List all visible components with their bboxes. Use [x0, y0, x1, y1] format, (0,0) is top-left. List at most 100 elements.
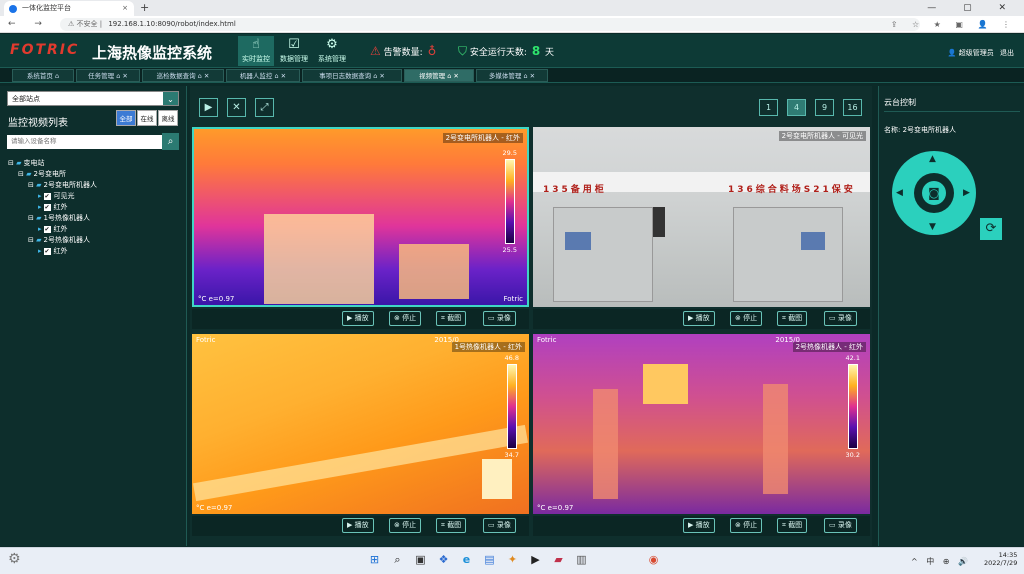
browser-tab[interactable]: 一体化监控平台 ×: [4, 1, 134, 16]
tab-video-management[interactable]: 视频管理 ⌂ ✕: [404, 69, 474, 82]
arrow-down-icon[interactable]: ▼: [929, 222, 936, 232]
settings-gear-icon[interactable]: ⚙: [8, 551, 24, 567]
app-icon[interactable]: ▰: [551, 552, 566, 567]
tree-leaf[interactable]: ▸ ✔ 可见光: [38, 191, 75, 202]
layout-9-button[interactable]: 9: [815, 99, 834, 116]
terminal-icon[interactable]: ▶: [528, 552, 543, 567]
stop-button[interactable]: ⊗ 停止: [730, 518, 763, 533]
arrow-right-icon[interactable]: ▶: [963, 188, 970, 198]
filter-online-button[interactable]: 在线: [137, 110, 157, 126]
search-icon[interactable]: ⌕: [162, 133, 179, 150]
tree-leaf[interactable]: ▸ ✔ 红外: [38, 224, 68, 235]
system-tray[interactable]: ^ 中 ⊕ 🔊: [911, 556, 971, 567]
video-cell-3[interactable]: Fotric 2015/0 1号热像机器人 - 红外 46.8 34.7 °C …: [192, 334, 529, 514]
logout-link[interactable]: 退出: [1000, 49, 1014, 57]
close-tab-icon[interactable]: ⌂ ✕: [523, 72, 535, 80]
close-tab-icon[interactable]: ⌂ ✕: [447, 72, 459, 80]
browser-action-icons[interactable]: ⇪ ☆ ★ ▣ 👤 ⋮: [891, 16, 1016, 33]
screenshot-button[interactable]: ⌗ 截图: [777, 311, 808, 326]
tree-leaf[interactable]: ▸ ✔ 红外: [38, 202, 68, 213]
video-cell-1[interactable]: 2号变电所机器人 - 红外 29.5 25.5 °C e=0.97 Fotric: [192, 127, 529, 307]
video-cell-4[interactable]: Fotric 2015/0 2号热像机器人 - 红外 42.1 30.2 °C …: [533, 334, 870, 514]
new-tab-button[interactable]: +: [140, 0, 149, 16]
play-all-icon[interactable]: ▶: [199, 98, 218, 117]
address-bar[interactable]: ⚠ 不安全 | 192.168.1.10:8090/robot/index.ht…: [60, 18, 920, 31]
close-tab-icon[interactable]: ⌂ ✕: [198, 72, 210, 80]
alarm-count[interactable]: ⚠ 告警数量: ♁: [370, 44, 438, 58]
checkbox[interactable]: ✔: [43, 192, 51, 200]
tree-node[interactable]: ⊟ ▰ 2号热像机器人: [28, 235, 90, 246]
tab-task-management[interactable]: 任务管理 ⌂ ✕: [76, 69, 140, 82]
nav-system-management[interactable]: ⚙ 系统管理: [314, 36, 350, 66]
tab-multimedia-management[interactable]: 多媒体管理 ⌂ ✕: [476, 69, 548, 82]
close-tab-icon[interactable]: ×: [122, 1, 128, 16]
tree-node[interactable]: ⊟ ▰ 1号热像机器人: [28, 213, 90, 224]
checkbox[interactable]: ✔: [43, 225, 51, 233]
filter-all-button[interactable]: 全部: [116, 110, 136, 126]
tab-inspection-query[interactable]: 巡检数据查询 ⌂ ✕: [142, 69, 224, 82]
tab-home[interactable]: 系统首页 ⌂: [12, 69, 74, 82]
record-button[interactable]: ▭ 录像: [483, 518, 516, 533]
tree-node[interactable]: ⊟ ▰ 2号变电所机器人: [28, 180, 97, 191]
refresh-icon[interactable]: ⟳: [980, 218, 1002, 240]
app-icon[interactable]: ▥: [574, 552, 589, 567]
widgets-icon[interactable]: ❖: [436, 552, 451, 567]
play-button[interactable]: ▶ 播放: [342, 518, 374, 533]
collapse-icon[interactable]: ⊟: [28, 236, 34, 244]
window-controls[interactable]: — ▢ ✕: [927, 0, 1018, 16]
layout-1-button[interactable]: 1: [759, 99, 778, 116]
arrow-up-icon[interactable]: ▲: [929, 154, 936, 164]
collapse-icon[interactable]: ⊟: [28, 181, 34, 189]
arrow-left-icon[interactable]: ◀: [896, 188, 903, 198]
screenshot-button[interactable]: ⌗ 截图: [777, 518, 808, 533]
tab-event-log-query[interactable]: 事项日志数据查询 ⌂ ✕: [302, 69, 402, 82]
app-icon[interactable]: ▤: [482, 552, 497, 567]
record-button[interactable]: ▭ 录像: [483, 311, 516, 326]
nav-realtime-monitor[interactable]: ☝ 实时监控: [238, 36, 274, 66]
task-view-icon[interactable]: ▣: [413, 552, 428, 567]
checkbox[interactable]: ✔: [43, 203, 51, 211]
close-tab-icon[interactable]: ⌂: [55, 72, 59, 80]
tree-label: 红外: [53, 247, 68, 255]
filter-offline-button[interactable]: 离线: [158, 110, 178, 126]
site-select[interactable]: 全部站点 ⌄: [7, 91, 179, 106]
record-button[interactable]: ▭ 录像: [824, 311, 857, 326]
ptz-center-icon[interactable]: ◙: [922, 181, 946, 205]
edge-icon[interactable]: e: [459, 552, 474, 567]
close-tab-icon[interactable]: ⌂ ✕: [274, 72, 286, 80]
play-button[interactable]: ▶ 播放: [683, 311, 715, 326]
play-button[interactable]: ▶ 播放: [342, 311, 374, 326]
clock[interactable]: 14:35 2022/7/29: [984, 551, 1017, 567]
stop-button[interactable]: ⊗ 停止: [389, 518, 422, 533]
collapse-icon[interactable]: ⊟: [18, 170, 24, 178]
layout-16-button[interactable]: 16: [843, 99, 862, 116]
close-tab-icon[interactable]: ⌂ ✕: [116, 72, 128, 80]
chrome-icon[interactable]: ◉: [646, 552, 661, 567]
tab-robot-monitor[interactable]: 机器人监控 ⌂ ✕: [226, 69, 300, 82]
app-icon[interactable]: ✦: [505, 552, 520, 567]
tree-leaf[interactable]: ▸ ✔ 红外: [38, 246, 68, 257]
close-tab-icon[interactable]: ⌂ ✕: [373, 72, 385, 80]
record-button[interactable]: ▭ 录像: [824, 518, 857, 533]
stop-all-icon[interactable]: ✕: [227, 98, 246, 117]
security-indicator[interactable]: ⚠ 不安全 |: [68, 20, 102, 28]
stop-button[interactable]: ⊗ 停止: [389, 311, 422, 326]
collapse-icon[interactable]: ⊟: [28, 214, 34, 222]
fullscreen-icon[interactable]: ⤢: [255, 98, 274, 117]
chevron-down-icon[interactable]: ⌄: [163, 92, 178, 105]
video-cell-2[interactable]: 135备用柜 136综合料场S21保安 2号变电所机器人 - 可见光: [533, 127, 870, 307]
tree-node[interactable]: ⊟ ▰ 变电站: [8, 158, 45, 169]
checkbox[interactable]: ✔: [43, 247, 51, 255]
start-icon[interactable]: ⊞: [367, 552, 382, 567]
search-icon[interactable]: ⌕: [390, 552, 405, 567]
play-button[interactable]: ▶ 播放: [683, 518, 715, 533]
layout-4-button[interactable]: 4: [787, 99, 806, 116]
screenshot-button[interactable]: ⌗ 截图: [436, 311, 467, 326]
device-search-input[interactable]: [7, 135, 172, 149]
nav-data-management[interactable]: ☑ 数据管理: [276, 36, 312, 66]
tree-node[interactable]: ⊟ ▰ 2号变电所: [18, 169, 66, 180]
collapse-icon[interactable]: ⊟: [8, 159, 14, 167]
user-name[interactable]: 超级管理员: [959, 49, 994, 57]
stop-button[interactable]: ⊗ 停止: [730, 311, 763, 326]
screenshot-button[interactable]: ⌗ 截图: [436, 518, 467, 533]
